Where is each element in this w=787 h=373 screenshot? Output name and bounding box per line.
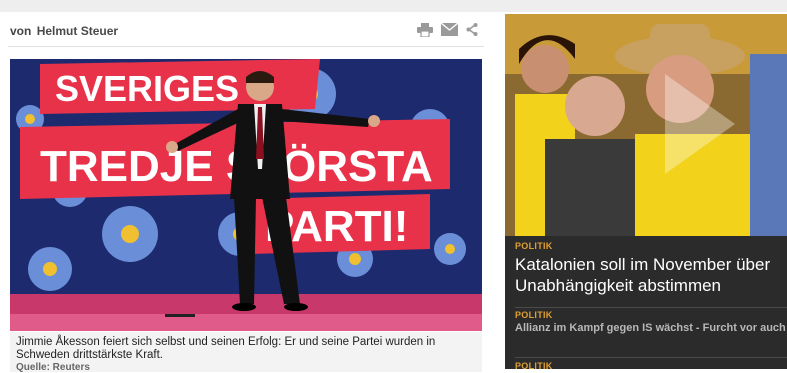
author-row: von Helmut Steuer <box>8 14 484 47</box>
caption-box: Jimmie Åkesson feiert sich selbst und se… <box>10 332 482 373</box>
teaser-kicker: POLITIK <box>515 241 553 251</box>
teaser-photo[interactable] <box>505 14 787 236</box>
print-icon[interactable] <box>417 23 433 37</box>
photo-source: Quelle: Reuters <box>16 362 90 373</box>
author-byline: von Helmut Steuer <box>10 24 118 38</box>
teaser-item-kicker: POLITIK <box>515 310 553 320</box>
photo-caption: Jimmie Åkesson feiert sich selbst und se… <box>16 336 436 361</box>
article-photo[interactable]: SVERIGES TREDJE STÖRSTA PARTI! <box>10 59 482 331</box>
teaser-panel[interactable]: POLITIK Katalonien soll im November über… <box>505 14 787 369</box>
teaser-divider <box>515 307 787 308</box>
teaser-item-kicker: POLITIK <box>515 361 553 369</box>
mail-icon[interactable] <box>441 23 458 37</box>
top-bar <box>0 0 787 12</box>
author-name[interactable]: Helmut Steuer <box>37 24 118 38</box>
article: von Helmut Steuer SVERIGES TREDJE STÖRST… <box>8 14 484 373</box>
article-tools <box>417 23 478 37</box>
teaser-divider <box>515 357 787 358</box>
teaser-photo-graphic <box>505 14 787 236</box>
share-icon[interactable] <box>466 23 478 37</box>
article-photo-graphic: SVERIGES TREDJE STÖRSTA PARTI! <box>10 59 482 331</box>
author-prefix: von <box>10 24 32 38</box>
teaser-headline[interactable]: Katalonien soll im November über Unabhän… <box>515 254 787 296</box>
banner-line-1: SVERIGES <box>55 68 239 109</box>
teaser-item-title[interactable]: Allianz im Kampf gegen IS wächst - Furch… <box>515 322 787 335</box>
